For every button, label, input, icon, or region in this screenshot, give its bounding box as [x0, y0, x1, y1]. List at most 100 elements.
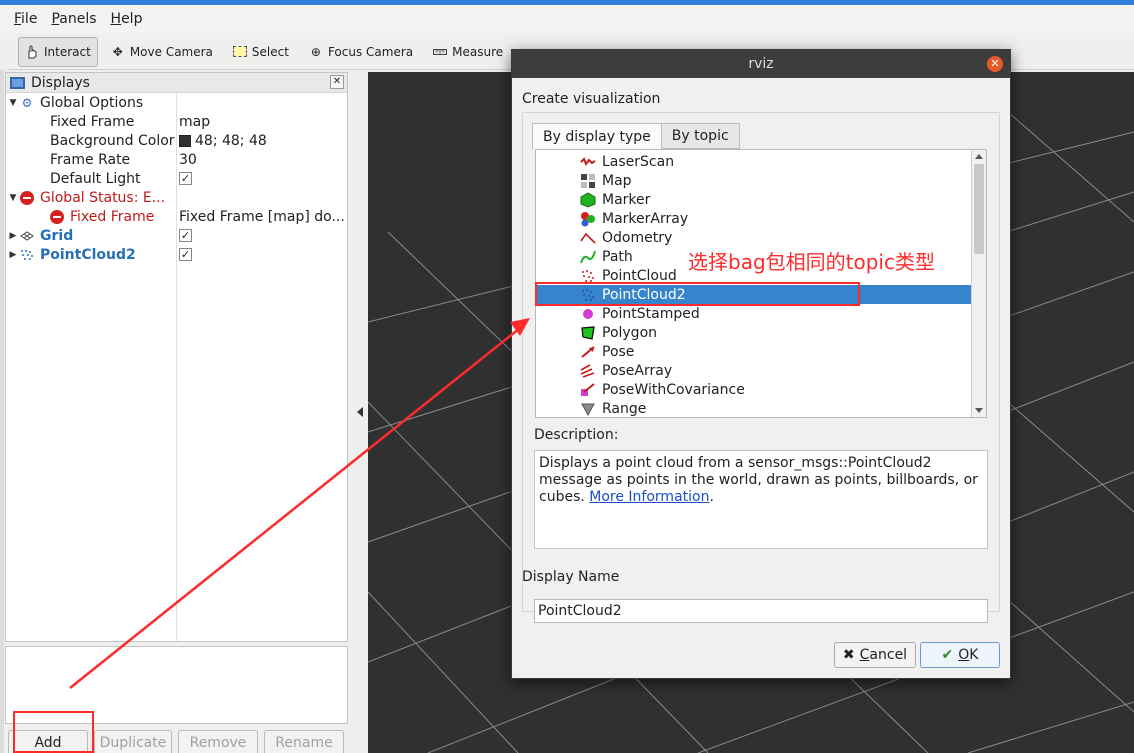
menu-help[interactable]: Help — [111, 9, 143, 29]
list-item-pointcloud2[interactable]: PointCloud2 — [536, 285, 972, 304]
list-item-markerarray[interactable]: MarkerArray — [536, 209, 972, 228]
grid-checkbox[interactable]: ✓ — [179, 229, 192, 242]
description-end: . — [709, 489, 714, 505]
list-item-range[interactable]: Range — [536, 399, 972, 417]
list-item-posearray[interactable]: PoseArray — [536, 361, 972, 380]
color-swatch[interactable] — [179, 134, 191, 147]
pointcloud2-label: PointCloud2 — [40, 246, 136, 263]
cancel-icon: ✖ — [842, 647, 855, 663]
scroll-thumb[interactable] — [974, 164, 984, 254]
select-box-icon — [232, 45, 247, 59]
display-description-panel — [5, 646, 348, 724]
list-item-odometry[interactable]: Odometry — [536, 228, 972, 247]
list-item-label: LaserScan — [602, 153, 675, 170]
tree-row-grid[interactable]: ▶ Grid ✓ — [6, 226, 347, 245]
tree-row-background-color[interactable]: Background Color 48; 48; 48 — [6, 131, 347, 150]
list-item-polygon[interactable]: Polygon — [536, 323, 972, 342]
tree-row-global-options[interactable]: ▼ ⚙ Global Options — [6, 93, 347, 112]
tab-by-topic[interactable]: By topic — [661, 123, 740, 149]
duplicate-button[interactable]: Duplicate — [94, 730, 172, 753]
collapse-arrow-icon[interactable]: ▶ — [6, 231, 20, 241]
collapse-arrow-icon[interactable]: ▶ — [6, 250, 20, 260]
menu-file[interactable]: File — [14, 9, 37, 29]
menu-panels[interactable]: Panels — [51, 9, 96, 29]
hand-pointer-icon — [25, 44, 39, 59]
default-light-label: Default Light — [50, 170, 141, 187]
list-item-map[interactable]: Map — [536, 171, 972, 190]
select-tool-button[interactable]: Select — [226, 37, 296, 67]
ok-button[interactable]: ✔ OK — [920, 642, 1000, 668]
annotation-text: 选择bag包相同的topic类型 — [688, 250, 935, 274]
tab-by-display-type[interactable]: By display type — [532, 123, 662, 150]
global-options-label: Global Options — [40, 94, 144, 111]
move-camera-label: Move Camera — [129, 44, 213, 59]
list-item-pose[interactable]: Pose — [536, 342, 972, 361]
monitor-icon — [10, 76, 25, 89]
expand-arrow-icon[interactable]: ▼ — [6, 98, 20, 108]
pointstamped-icon — [580, 306, 596, 322]
posearray-icon — [580, 363, 596, 379]
panel-splitter[interactable] — [348, 72, 368, 753]
ok-label: OK — [958, 647, 979, 663]
displays-header: Displays ✕ — [6, 73, 347, 93]
default-light-checkbox[interactable]: ✓ — [179, 172, 192, 185]
focus-camera-tool-button[interactable]: ⊕ Focus Camera — [302, 37, 420, 67]
scroll-down-icon[interactable] — [975, 408, 983, 413]
odometry-icon — [580, 230, 596, 246]
remove-button[interactable]: Remove — [178, 730, 258, 753]
display-tree: ▼ ⚙ Global Options Fixed Frame map Backg… — [6, 93, 347, 264]
interact-label: Interact — [44, 44, 91, 59]
list-item-label: Odometry — [602, 229, 673, 246]
measure-tool-button[interactable]: Measure — [426, 37, 510, 67]
more-information-link[interactable]: More Information — [589, 489, 709, 505]
list-item-label: Pose — [602, 343, 635, 360]
cancel-button[interactable]: ✖ Cancel — [834, 642, 916, 668]
add-button[interactable]: Add — [8, 730, 88, 753]
move-camera-tool-button[interactable]: ✥ Move Camera — [104, 37, 220, 67]
tree-row-pointcloud2[interactable]: ▶ PointCloud2 ✓ — [6, 245, 347, 264]
tree-row-default-light[interactable]: Default Light ✓ — [6, 169, 347, 188]
tree-row-fixed-frame[interactable]: Fixed Frame map — [6, 112, 347, 131]
fixed-frame-label: Fixed Frame — [50, 113, 135, 130]
display-buttons: Add Duplicate Remove Rename — [8, 730, 344, 753]
pointcloud2-icon — [580, 287, 596, 303]
pointcloud-icon — [20, 248, 34, 262]
expand-arrow-icon[interactable]: ▼ — [6, 193, 20, 203]
rename-button[interactable]: Rename — [264, 730, 344, 753]
list-item-pointstamped[interactable]: PointStamped — [536, 304, 972, 323]
select-label: Select — [251, 44, 289, 59]
tree-row-frame-rate[interactable]: Frame Rate 30 — [6, 150, 347, 169]
error-icon — [50, 209, 64, 224]
collapse-left-icon[interactable] — [357, 407, 363, 417]
interact-tool-button[interactable]: Interact — [18, 36, 98, 67]
background-color-value[interactable]: 48; 48; 48 — [195, 133, 267, 149]
tree-row-global-status[interactable]: ▼ Global Status: E... — [6, 188, 347, 207]
pointcloud2-checkbox[interactable]: ✓ — [179, 248, 192, 261]
list-item-posewithcovariance[interactable]: PoseWithCovariance — [536, 380, 972, 399]
create-visualization-label: Create visualization — [522, 91, 661, 107]
markerarray-icon — [580, 211, 596, 227]
fixed-frame-value[interactable]: map — [179, 114, 210, 130]
list-item-laserscan[interactable]: LaserScan — [536, 152, 972, 171]
dialog-title-bar[interactable]: rviz ✕ — [512, 50, 1010, 78]
close-icon[interactable]: ✕ — [987, 56, 1003, 72]
description-label: Description: — [534, 427, 619, 443]
display-name-label: Display Name — [522, 569, 620, 585]
list-item-label: PointStamped — [602, 305, 700, 322]
list-item-label: Path — [602, 248, 633, 265]
crosshair-icon: ⊕ — [310, 44, 321, 59]
list-item-marker[interactable]: Marker — [536, 190, 972, 209]
scroll-up-icon[interactable] — [975, 154, 983, 159]
close-panel-icon[interactable]: ✕ — [330, 75, 344, 89]
list-scrollbar[interactable] — [971, 150, 986, 417]
status-fixed-frame-value: Fixed Frame [map] do... — [179, 208, 345, 225]
display-type-list[interactable]: LaserScan Map Marker MarkerArray Odometr… — [535, 149, 987, 418]
display-name-input[interactable]: PointCloud2 — [534, 599, 988, 623]
grid-label: Grid — [40, 227, 74, 244]
tree-row-status-fixed-frame[interactable]: Fixed Frame Fixed Frame [map] do... — [6, 207, 347, 226]
list-item-label: PointCloud2 — [602, 286, 686, 303]
displays-panel: Displays ✕ ▼ ⚙ Global Options Fixed Fram… — [5, 72, 348, 642]
frame-rate-value[interactable]: 30 — [179, 152, 197, 168]
path-icon — [580, 249, 596, 265]
menu-bar: File Panels Help — [0, 5, 1134, 33]
